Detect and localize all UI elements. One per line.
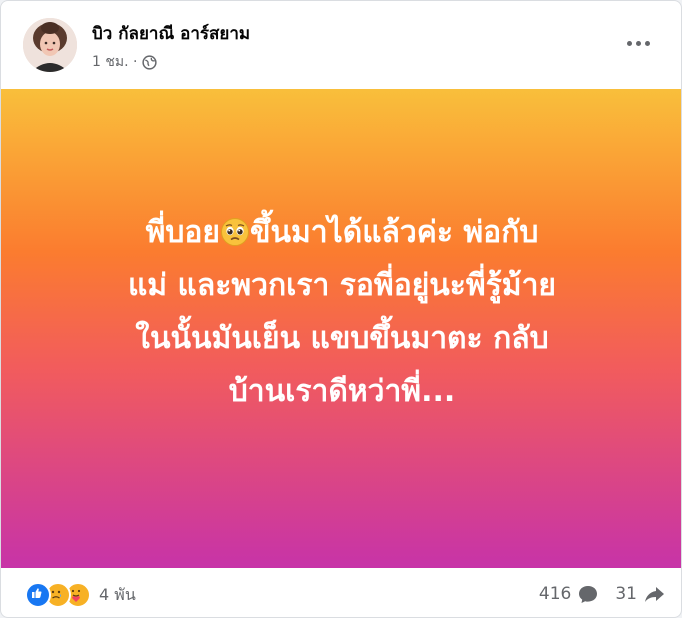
author-avatar[interactable] (23, 18, 77, 72)
avatar-photo (23, 18, 77, 72)
like-icon (25, 582, 51, 608)
more-dot (626, 40, 632, 46)
post-stats: 416 31 (523, 583, 665, 605)
post-meta: 1 ชม. · (92, 51, 158, 73)
shares-stat[interactable]: 31 (615, 583, 665, 605)
post-background: พี่บอย ขึ้นมาได้แล้วค่ะ พ่อกับ แม่ และพว… (1, 89, 681, 568)
globe-icon (142, 54, 158, 70)
pleading-face-emoji (221, 217, 249, 246)
author-name[interactable]: บิว กัลยาณี อาร์สยาม (92, 20, 250, 47)
comments-stat[interactable]: 416 (539, 583, 599, 605)
shares-count: 31 (615, 584, 637, 604)
share-icon (643, 583, 665, 605)
post-timestamp[interactable]: 1 ชม. · (92, 51, 137, 73)
post-card: บิว กัลยาณี อาร์สยาม 1 ชม. · พี่บอย ขึ้น… (0, 0, 682, 618)
comments-count: 416 (538, 584, 572, 604)
post-text: พี่บอย ขึ้นมาได้แล้วค่ะ พ่อกับ แม่ และพว… (32, 206, 652, 418)
reaction-count: 4 พัน (99, 584, 136, 604)
more-dot (644, 40, 650, 46)
post-text-line-2: แม่ และพวกเรา รอพี่อยู่นะพี่รู้ม้าย (127, 267, 557, 303)
post-text-line-1-part-b: ขึ้นมาได้แล้วค่ะ พ่อกับ (250, 214, 539, 250)
reactions-summary[interactable]: 4 พัน (25, 582, 136, 608)
post-text-line-1-part-a: พี่บอย (145, 214, 220, 250)
comment-icon (577, 583, 599, 605)
more-dot (635, 40, 641, 46)
post-footer: 4 พัน 416 31 (1, 568, 681, 617)
more-options-button[interactable] (623, 31, 653, 55)
post-text-line-4: บ้านเราดีหว่าพี่... (228, 373, 456, 409)
post-text-line-1: พี่บอย ขึ้นมาได้แล้วค่ะ พ่อกับ (32, 206, 652, 259)
post-text-line-3: ในนั้นมันเย็น แขบขึ้นมาตะ กลับ (135, 320, 549, 356)
post-header: บิว กัลยาณี อาร์สยาม 1 ชม. · (1, 1, 681, 89)
